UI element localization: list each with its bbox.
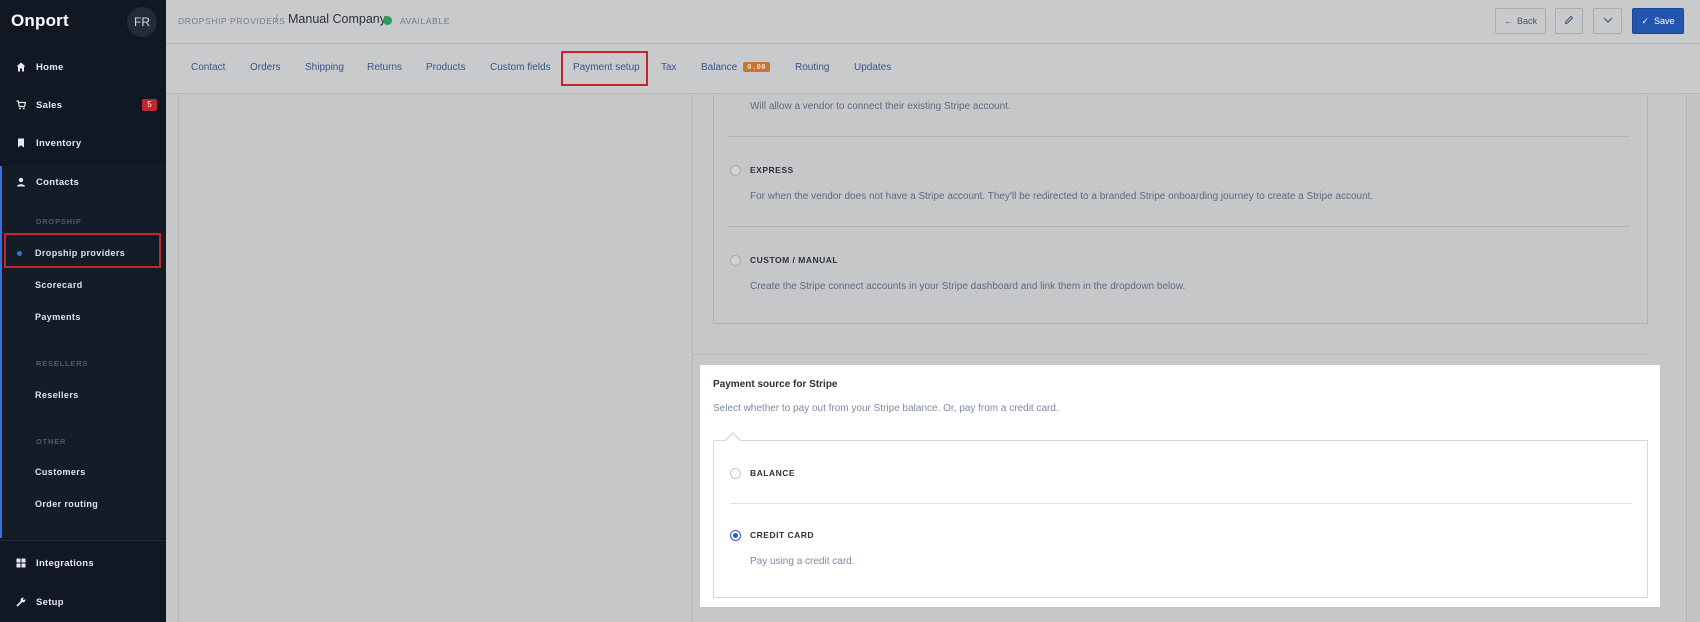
cart-icon: [15, 100, 26, 111]
tab-routing[interactable]: Routing: [795, 62, 829, 73]
page-title: Manual Company: [288, 12, 386, 26]
tab-shipping[interactable]: Shipping: [305, 62, 344, 73]
sidebar-item-payments[interactable]: Payments: [35, 312, 81, 322]
tab-balance[interactable]: Balance 0.00: [701, 62, 770, 73]
sidebar-item-label: Sales: [36, 99, 63, 111]
credit-card-radio[interactable]: [730, 530, 741, 541]
sidebar-item-customers[interactable]: Customers: [35, 467, 86, 477]
sidebar-item-label: Inventory: [36, 137, 82, 149]
tab-updates[interactable]: Updates: [854, 62, 891, 73]
payment-source-subtitle: Select whether to pay out from your Stri…: [713, 403, 1059, 414]
wrench-icon: [15, 597, 26, 608]
tab-tax[interactable]: Tax: [661, 62, 677, 73]
credit-card-option-title[interactable]: CREDIT CARD: [750, 530, 814, 540]
custom-manual-radio[interactable]: [730, 255, 741, 266]
section-heading-other: OTHER: [36, 437, 67, 446]
sidebar-item-inventory[interactable]: Inventory: [0, 128, 166, 158]
edit-button[interactable]: [1555, 8, 1583, 34]
balance-option-title[interactable]: BALANCE: [750, 468, 795, 478]
custom-manual-option-description: Create the Stripe connect accounts in yo…: [750, 281, 1186, 292]
tab-orders[interactable]: Orders: [250, 62, 281, 73]
custom-manual-option-title: CUSTOM / MANUAL: [750, 255, 839, 265]
annotation-highlight-payment-setup: [561, 51, 648, 86]
tab-returns[interactable]: Returns: [367, 62, 402, 73]
sidebar-item-label: Home: [36, 61, 64, 73]
status-dot: [383, 16, 392, 25]
section-heading-resellers: RESELLERS: [36, 359, 89, 368]
option-divider: [728, 226, 1630, 227]
card-pointer-inner: [725, 434, 741, 442]
more-actions-button[interactable]: [1593, 8, 1622, 34]
app-logo[interactable]: Onport: [11, 11, 69, 31]
sidebar-item-label: Setup: [36, 596, 64, 608]
tab-contact[interactable]: Contact: [191, 62, 225, 73]
sidebar-item-scorecard[interactable]: Scorecard: [35, 280, 83, 290]
top-bar: DROPSHIP PROVIDERS / Manual Company AVAI…: [166, 0, 1700, 44]
avatar[interactable]: FR: [127, 7, 157, 37]
back-button[interactable]: ← Back: [1495, 8, 1546, 34]
sidebar-divider: [0, 540, 166, 541]
standard-option-description: Will allow a vendor to connect their exi…: [750, 101, 1011, 112]
tab-custom-fields[interactable]: Custom fields: [490, 62, 551, 73]
sidebar-item-label: Contacts: [36, 176, 80, 188]
payment-source-panel: Payment source for Stripe Select whether…: [700, 365, 1660, 607]
save-button[interactable]: ✓ Save: [1632, 8, 1684, 34]
tab-balance-label: Balance: [701, 62, 738, 73]
status-badge: AVAILABLE: [400, 16, 450, 26]
arrow-left-icon: ←: [1503, 16, 1513, 26]
annotation-highlight-dropship: [4, 233, 161, 268]
payment-source-title: Payment source for Stripe: [713, 379, 838, 390]
balance-radio[interactable]: [730, 468, 741, 479]
grid-icon: [15, 558, 26, 569]
sidebar-item-setup[interactable]: Setup: [0, 587, 166, 617]
express-radio[interactable]: [730, 165, 741, 176]
scrollbar[interactable]: [1686, 95, 1700, 622]
sidebar-item-label: Integrations: [36, 557, 94, 569]
left-column: [178, 95, 693, 622]
option-divider: [728, 136, 1630, 137]
contacts-group: [0, 166, 166, 538]
sidebar-item-contacts[interactable]: Contacts: [0, 167, 166, 197]
back-button-label: Back: [1516, 16, 1537, 26]
sidebar-item-home[interactable]: Home: [0, 52, 166, 82]
bookmark-icon: [15, 138, 26, 149]
user-icon: [15, 177, 26, 188]
sidebar: Onport FR Home Sales 5 Inventory Contact…: [0, 0, 166, 622]
credit-card-option-description: Pay using a credit card.: [750, 556, 855, 567]
sidebar-item-resellers[interactable]: Resellers: [35, 390, 79, 400]
pencil-icon: [1564, 15, 1574, 27]
chevron-down-icon: [1603, 16, 1613, 26]
section-heading-dropship: DROPSHIP: [36, 217, 82, 226]
balance-badge: 0.00: [743, 62, 770, 72]
tab-bar: Contact Orders Shipping Returns Products…: [166, 45, 1700, 94]
tab-products[interactable]: Products: [426, 62, 465, 73]
check-icon: ✓: [1641, 15, 1650, 26]
option-divider: [730, 503, 1632, 504]
home-icon: [15, 62, 26, 73]
express-option-description: For when the vendor does not have a Stri…: [750, 191, 1374, 202]
breadcrumb[interactable]: DROPSHIP PROVIDERS: [178, 16, 285, 26]
payment-source-options-card: BALANCE CREDIT CARD Pay using a credit c…: [713, 440, 1648, 598]
express-option-title: EXPRESS: [750, 165, 794, 175]
section-divider: [693, 354, 1648, 355]
sidebar-item-integrations[interactable]: Integrations: [0, 548, 166, 578]
sidebar-item-order-routing[interactable]: Order routing: [35, 499, 98, 509]
breadcrumb-separator: /: [275, 13, 279, 25]
save-button-label: Save: [1654, 16, 1675, 26]
sales-count-badge: 5: [142, 99, 157, 111]
